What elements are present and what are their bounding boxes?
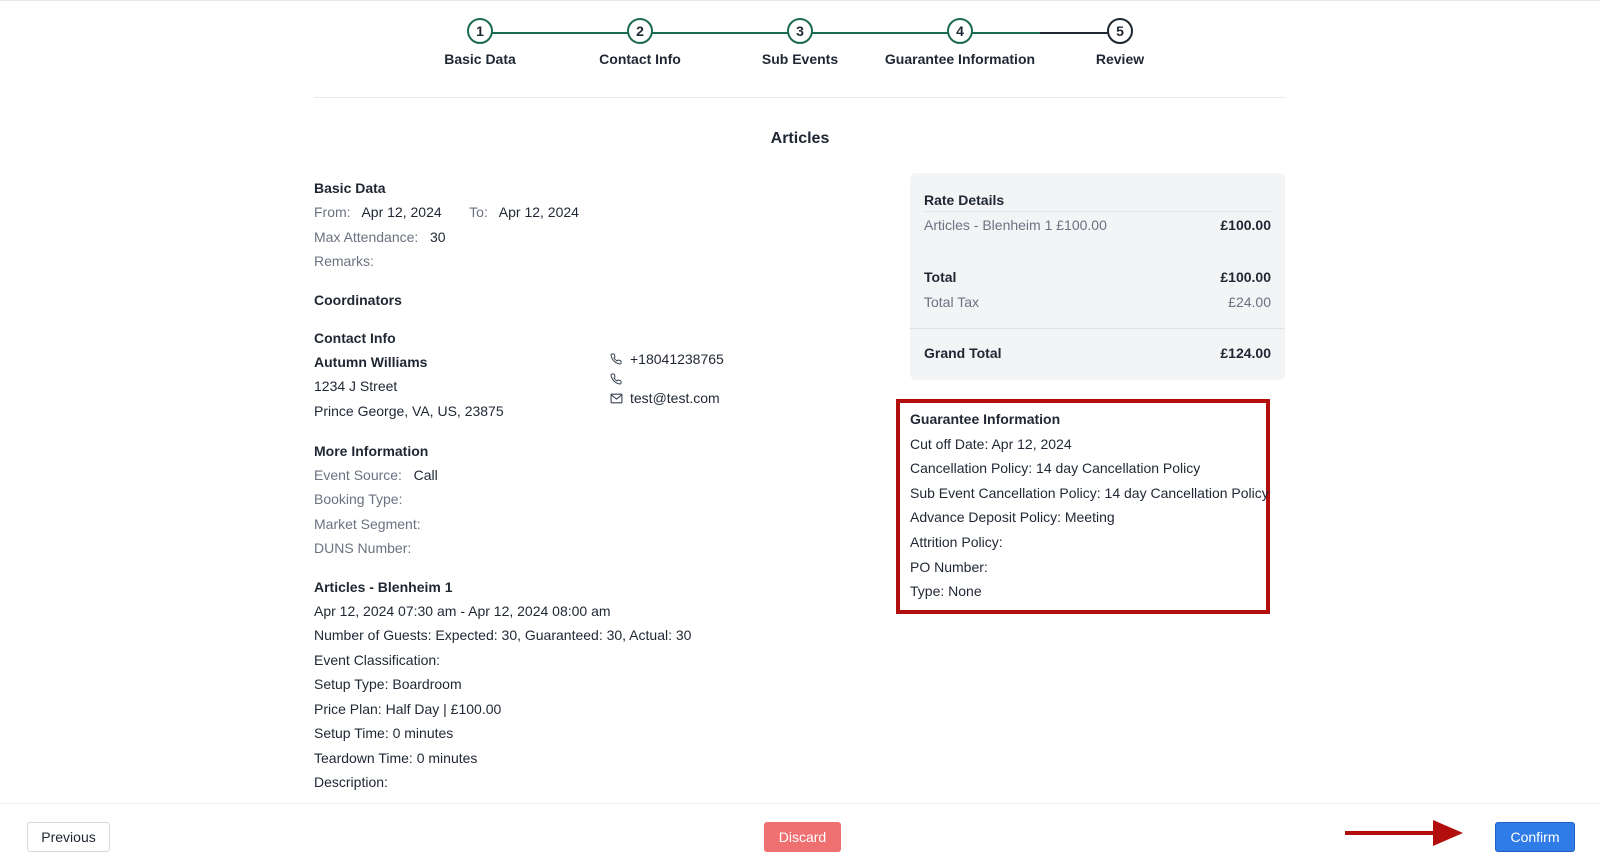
contact-city: Prince George, VA, US, 23875 <box>314 402 504 419</box>
from-value: Apr 12, 2024 <box>361 204 442 220</box>
step-label: Basic Data <box>444 51 516 67</box>
phone-row: +18041238765 <box>608 350 724 370</box>
from-label: From: <box>314 204 351 220</box>
duns-label: DUNS Number: <box>314 540 412 556</box>
progress-stepper: 1 Basic Data 2 Contact Info 3 Sub Events… <box>0 18 1600 78</box>
step-review[interactable]: 5 Review <box>1035 18 1205 67</box>
phone-icon <box>608 371 624 387</box>
review-details: Basic Data From: Apr 12, 2024 To: Apr 12… <box>314 176 874 795</box>
contact-street: 1234 J Street <box>314 378 398 394</box>
footer-bar: Previous Discard Confirm <box>0 803 1600 863</box>
sub-event-classification: Event Classification: <box>314 651 441 668</box>
contact-phone[interactable]: +18041238765 <box>630 350 724 370</box>
tax-label: Total Tax <box>924 294 979 310</box>
grand-total-value: £124.00 <box>1220 345 1271 361</box>
envelope-icon <box>608 390 624 406</box>
step-label: Contact Info <box>599 51 681 67</box>
po-number: PO Number: <box>910 558 988 575</box>
step-number: 2 <box>627 18 653 44</box>
total-row: Total £100.00 <box>924 269 1271 285</box>
booking-type-row: Booking Type: <box>314 487 874 512</box>
sub-event-heading: Articles - Blenheim 1 <box>314 578 453 595</box>
date-range-row: From: Apr 12, 2024 To: Apr 12, 2024 <box>314 200 874 225</box>
step-label: Guarantee Information <box>884 51 1036 67</box>
step-number: 3 <box>787 18 813 44</box>
guarantee-type: Type: None <box>910 583 982 600</box>
phone2-row <box>608 369 724 389</box>
total-label: Total <box>924 269 957 285</box>
tax-value: £24.00 <box>1228 294 1271 310</box>
previous-button[interactable]: Previous <box>27 822 110 852</box>
remarks-row: Remarks: <box>314 249 874 274</box>
step-label: Review <box>1095 51 1145 67</box>
phone-icon <box>608 351 624 367</box>
step-sub-events[interactable]: 3 Sub Events <box>715 18 885 67</box>
attrition-policy: Attrition Policy: <box>910 533 1003 550</box>
sub-event-teardown-time: Teardown Time: 0 minutes <box>314 749 478 766</box>
sub-event-time: Apr 12, 2024 07:30 am - Apr 12, 2024 08:… <box>314 602 611 619</box>
tax-row: Total Tax £24.00 <box>924 294 1271 310</box>
contact-name: Autumn Williams <box>314 353 428 370</box>
to-value: Apr 12, 2024 <box>498 204 579 220</box>
max-attendance-row: Max Attendance: 30 <box>314 225 874 250</box>
step-label: Sub Events <box>761 51 839 67</box>
basic-data-heading: Basic Data <box>314 180 386 196</box>
sub-event-description: Description: <box>314 774 388 790</box>
discard-button[interactable]: Discard <box>764 822 841 852</box>
sub-event-setup-time: Setup Time: 0 minutes <box>314 725 454 741</box>
step-guarantee-information[interactable]: 4 Guarantee Information <box>875 18 1045 67</box>
sub-event-cancellation-policy: Sub Event Cancellation Policy: 14 day Ca… <box>910 484 1269 501</box>
remarks-label: Remarks: <box>314 253 374 269</box>
sub-event-price-plan: Price Plan: Half Day | £100.00 <box>314 700 502 717</box>
grand-total-label: Grand Total <box>924 345 1002 361</box>
guarantee-heading: Guarantee Information <box>910 411 1061 427</box>
sub-event-setup-type: Setup Type: Boardroom <box>314 676 462 692</box>
more-information-heading: More Information <box>314 442 429 459</box>
contact-info-heading: Contact Info <box>314 329 396 346</box>
event-source-row: Event Source: Call <box>314 463 874 488</box>
step-basic-data[interactable]: 1 Basic Data <box>395 18 565 67</box>
market-segment-label: Market Segment: <box>314 515 421 532</box>
email-row: test@test.com <box>608 389 724 409</box>
max-attendance-label: Max Attendance: <box>314 228 419 245</box>
step-number: 5 <box>1107 18 1133 44</box>
arrow-right-icon <box>1345 820 1463 846</box>
rate-item-label: Articles - Blenheim 1 £100.00 <box>924 217 1107 233</box>
rate-details-panel: Rate Details Articles - Blenheim 1 £100.… <box>910 173 1285 380</box>
cancellation-policy: Cancellation Policy: 14 day Cancellation… <box>910 460 1201 477</box>
top-border <box>0 0 1600 3</box>
cutoff-date: Cut off Date: Apr 12, 2024 <box>910 435 1072 452</box>
grand-total-row: Grand Total £124.00 <box>924 345 1271 361</box>
duns-row: DUNS Number: <box>314 536 874 561</box>
step-number: 1 <box>467 18 493 44</box>
rate-details-heading: Rate Details <box>924 192 1005 208</box>
event-source-value: Call <box>413 466 438 483</box>
page-title: Articles <box>770 130 830 147</box>
max-attendance-value: 30 <box>429 228 446 245</box>
coordinators-heading: Coordinators <box>314 291 402 308</box>
contact-info: Autumn Williams 1234 J Street Prince Geo… <box>314 350 874 425</box>
market-segment-row: Market Segment: <box>314 512 874 537</box>
rate-item-value: £100.00 <box>1220 217 1271 233</box>
step-number: 4 <box>947 18 973 44</box>
stepper-divider <box>314 97 1285 98</box>
contact-email[interactable]: test@test.com <box>630 389 720 409</box>
confirm-button[interactable]: Confirm <box>1495 822 1575 852</box>
event-source-label: Event Source: <box>314 466 402 483</box>
to-label: To: <box>469 204 488 220</box>
advance-deposit-policy: Advance Deposit Policy: Meeting <box>910 509 1115 526</box>
booking-type-label: Booking Type: <box>314 491 403 507</box>
total-value: £100.00 <box>1220 269 1271 285</box>
step-contact-info[interactable]: 2 Contact Info <box>555 18 725 67</box>
rate-line-item: Articles - Blenheim 1 £100.00 £100.00 <box>924 217 1271 233</box>
guarantee-information-highlight: Guarantee Information Cut off Date: Apr … <box>896 399 1270 614</box>
sub-event-guests: Number of Guests: Expected: 30, Guarante… <box>314 627 692 643</box>
